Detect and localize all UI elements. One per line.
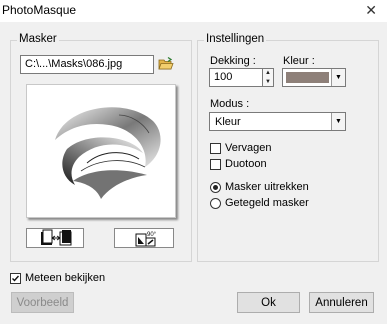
kleur-dropdown-icon[interactable]: ▼ (331, 69, 345, 86)
title-bar: PhotoMasque ✕ (0, 0, 387, 22)
meteen-bekijken-checkbox[interactable] (10, 273, 21, 284)
dekking-down-icon[interactable]: ▼ (263, 78, 273, 87)
masker-uitrekken-label[interactable]: Masker uitrekken (225, 181, 309, 193)
folder-open-icon[interactable] (158, 56, 174, 72)
dekking-stepper[interactable]: ▲ ▼ (262, 68, 274, 87)
duotoon-checkbox[interactable] (210, 159, 221, 170)
mask-preview-image (55, 107, 161, 199)
modus-dropdown-icon[interactable]: ▼ (331, 113, 345, 130)
window-title: PhotoMasque (2, 3, 77, 17)
checkmark-icon (12, 275, 20, 282)
vervagen-label[interactable]: Vervagen (225, 142, 271, 154)
rotate-90-icon: 90° (135, 232, 157, 247)
masker-group-label: Masker (17, 33, 59, 45)
ok-button[interactable]: Ok (237, 292, 300, 313)
modus-selected-value: Kleur (215, 116, 241, 128)
dekking-label: Dekking : (210, 55, 256, 67)
annuleren-button[interactable]: Annuleren (309, 292, 374, 313)
meteen-bekijken-label[interactable]: Meteen bekijken (25, 272, 105, 284)
modus-label: Modus : (210, 98, 250, 110)
duotoon-label[interactable]: Duotoon (225, 158, 267, 170)
invert-mask-button[interactable] (26, 228, 84, 248)
rotate-90-text: 90° (147, 232, 157, 238)
kleur-label: Kleur : (283, 55, 315, 67)
mask-file-path[interactable]: C:\...\Masks\086.jpg (20, 55, 154, 74)
kleur-picker[interactable]: ▼ (282, 68, 346, 87)
rotate-90-button[interactable]: 90° (114, 228, 174, 248)
vervagen-checkbox[interactable] (210, 143, 221, 154)
voorbeeld-button[interactable]: Voorbeeld (11, 292, 74, 313)
masker-uitrekken-radio[interactable] (210, 182, 221, 193)
getegeld-masker-radio[interactable] (210, 198, 221, 209)
modus-select[interactable]: Kleur ▼ (209, 112, 346, 131)
kleur-swatch (286, 72, 329, 83)
dekking-up-icon[interactable]: ▲ (263, 69, 273, 78)
getegeld-masker-label[interactable]: Getegeld masker (225, 197, 309, 209)
mask-preview (26, 84, 176, 218)
invert-mask-icon (41, 229, 72, 246)
close-icon[interactable]: ✕ (365, 2, 377, 19)
instellingen-group-label: Instellingen (204, 33, 267, 45)
dekking-input[interactable]: 100 (209, 68, 263, 87)
